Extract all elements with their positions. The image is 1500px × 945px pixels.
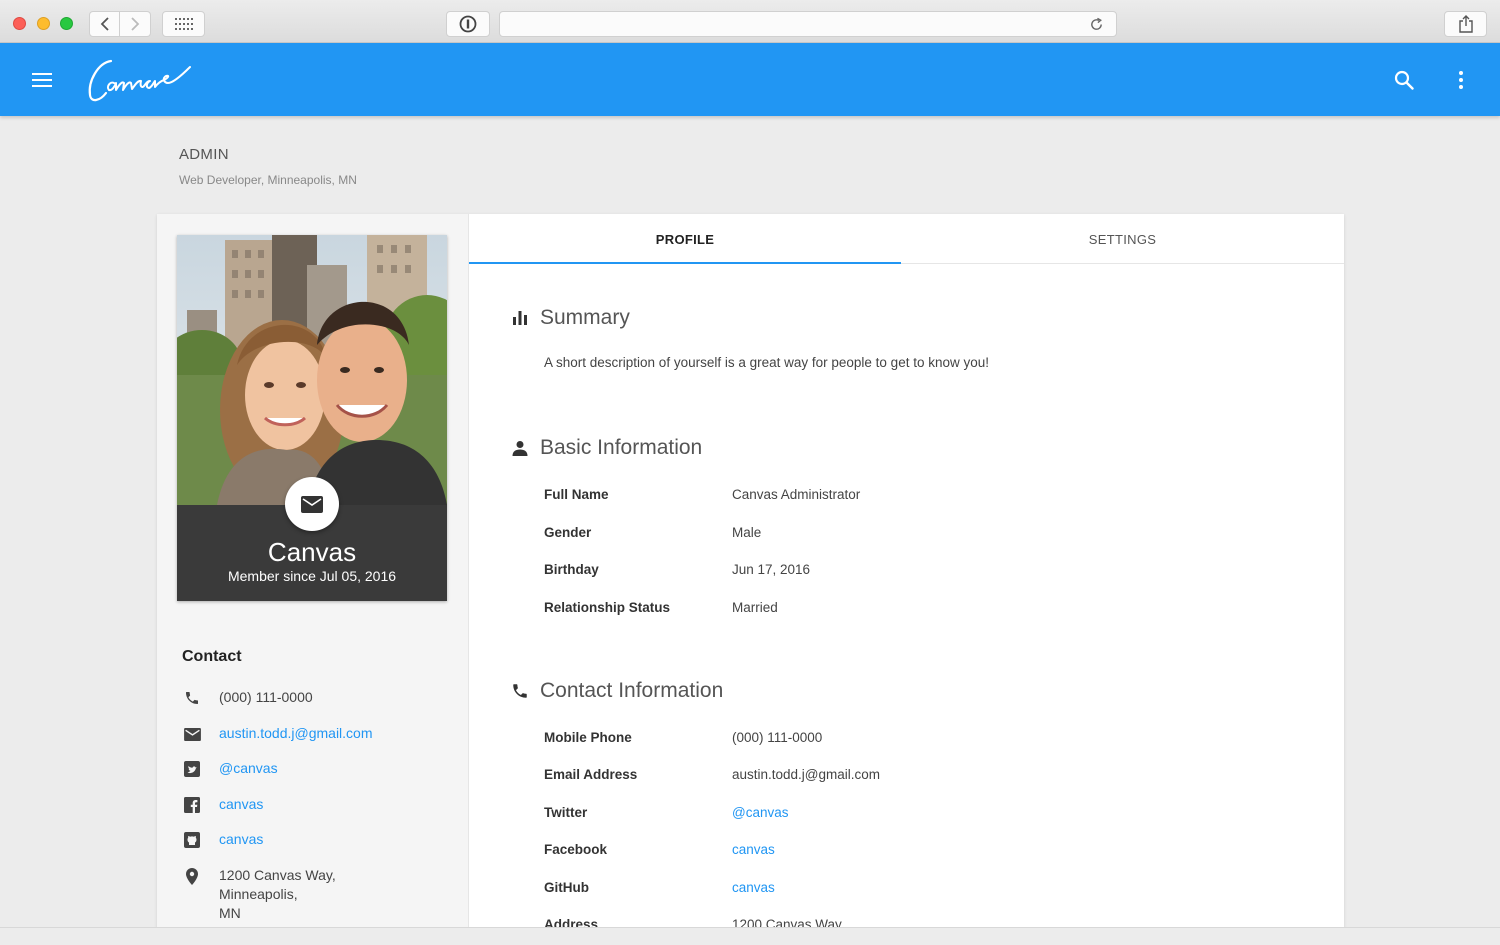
zoom-window-button[interactable] — [60, 17, 73, 30]
active-tab-indicator — [469, 262, 901, 264]
field-value-mobile-phone: (000) 111-0000 — [732, 730, 823, 745]
hamburger-menu-icon — [32, 73, 52, 87]
menu-button[interactable] — [27, 67, 57, 93]
window-bottom-edge — [0, 927, 1500, 945]
github-icon — [182, 830, 202, 850]
address-bar[interactable] — [499, 11, 1117, 37]
contact-phone-text: (000) 111-0000 — [219, 689, 313, 705]
field-label-github: GitHub — [544, 880, 589, 895]
member-since: Member since Jul 05, 2016 — [227, 568, 397, 584]
browser-toolbar — [0, 0, 1500, 43]
tab-profile[interactable]: PROFILE — [469, 214, 901, 264]
contact-facebook-link[interactable]: canvas — [219, 795, 263, 814]
field-label-birthday: Birthday — [544, 562, 599, 577]
contact-phone: (000) 111-0000 — [182, 688, 313, 710]
share-icon — [1458, 15, 1473, 33]
contact-twitter-link[interactable]: @canvas — [219, 759, 278, 778]
more-options-button[interactable] — [1446, 65, 1476, 95]
field-value-email: austin.todd.j@gmail.com — [732, 767, 881, 782]
chevron-left-icon — [100, 17, 109, 31]
profile-card: Canvas Member since Jul 05, 2016 Contact… — [157, 214, 1344, 945]
contact-twitter[interactable]: @canvas — [182, 759, 278, 781]
field-label-relationship: Relationship Status — [544, 600, 671, 615]
facebook-icon — [182, 795, 202, 815]
summary-title: Summary — [540, 306, 630, 329]
profile-photo-card: Canvas Member since Jul 05, 2016 — [177, 235, 447, 601]
search-icon — [1394, 70, 1414, 90]
contact-github[interactable]: canvas — [182, 830, 263, 852]
field-label-twitter: Twitter — [544, 805, 588, 820]
twitter-icon — [182, 759, 202, 779]
person-icon — [508, 436, 532, 460]
contact-email[interactable]: austin.todd.j@gmail.com — [182, 724, 373, 746]
field-value-birthday: Jun 17, 2016 — [732, 562, 811, 577]
field-label-full-name: Full Name — [544, 487, 609, 502]
email-icon — [182, 724, 202, 744]
chevron-right-icon — [131, 17, 140, 31]
app-bar — [0, 43, 1500, 116]
address-line-3: MN — [219, 905, 241, 921]
field-label-email: Email Address — [544, 767, 638, 782]
contact-address-text: 1200 Canvas Way, Minneapolis, MN — [219, 866, 336, 923]
grid-icon — [174, 18, 193, 30]
password-manager-button[interactable] — [446, 11, 490, 37]
more-vert-icon — [1459, 71, 1463, 89]
field-label-gender: Gender — [544, 525, 592, 540]
basic-info-section-header: Basic Information — [508, 436, 702, 460]
forward-button[interactable] — [120, 11, 151, 37]
contact-info-section-header: Contact Information — [508, 679, 723, 703]
close-window-button[interactable] — [13, 17, 26, 30]
canvas-logo[interactable] — [86, 53, 196, 109]
share-button[interactable] — [1444, 11, 1487, 37]
contact-email-link[interactable]: austin.todd.j@gmail.com — [219, 724, 373, 743]
basic-info-title: Basic Information — [540, 436, 703, 459]
field-value-github-link[interactable]: canvas — [732, 880, 775, 895]
profile-sidebar: Canvas Member since Jul 05, 2016 Contact… — [157, 214, 469, 945]
profile-photo — [177, 235, 447, 505]
contact-github-link[interactable]: canvas — [219, 830, 263, 849]
mail-icon — [301, 495, 323, 513]
field-value-relationship: Married — [732, 600, 778, 615]
address-line-1: 1200 Canvas Way, — [219, 867, 336, 883]
phone-icon — [508, 679, 532, 703]
bar-chart-icon — [508, 306, 532, 330]
field-value-full-name: Canvas Administrator — [732, 487, 861, 502]
profile-tabs: PROFILE SETTINGS — [469, 214, 1344, 264]
apps-grid-button[interactable] — [162, 11, 205, 37]
contact-heading: Contact — [182, 648, 242, 665]
summary-text: A short description of yourself is a gre… — [544, 355, 989, 370]
password-manager-icon — [459, 15, 477, 33]
location-icon — [182, 866, 202, 886]
summary-section-header: Summary — [508, 306, 630, 330]
phone-icon — [182, 688, 202, 708]
page-subtitle: Web Developer, Minneapolis, MN — [179, 173, 357, 187]
page-title: ADMIN — [179, 146, 229, 163]
minimize-window-button[interactable] — [37, 17, 50, 30]
field-value-twitter-link[interactable]: @canvas — [732, 805, 788, 820]
search-button[interactable] — [1389, 65, 1419, 95]
contact-facebook[interactable]: canvas — [182, 795, 263, 817]
field-value-facebook-link[interactable]: canvas — [732, 842, 775, 857]
contact-info-title: Contact Information — [540, 679, 724, 702]
contact-address: 1200 Canvas Way, Minneapolis, MN — [182, 866, 336, 926]
back-button[interactable] — [89, 11, 120, 37]
reload-icon[interactable] — [1089, 17, 1104, 32]
field-label-mobile-phone: Mobile Phone — [544, 730, 632, 745]
field-value-gender: Male — [732, 525, 762, 540]
field-label-facebook: Facebook — [544, 842, 608, 857]
send-message-button[interactable] — [285, 477, 339, 531]
profile-name: Canvas — [267, 537, 357, 567]
address-line-2: Minneapolis, — [219, 886, 298, 902]
tab-settings[interactable]: SETTINGS — [901, 214, 1344, 264]
